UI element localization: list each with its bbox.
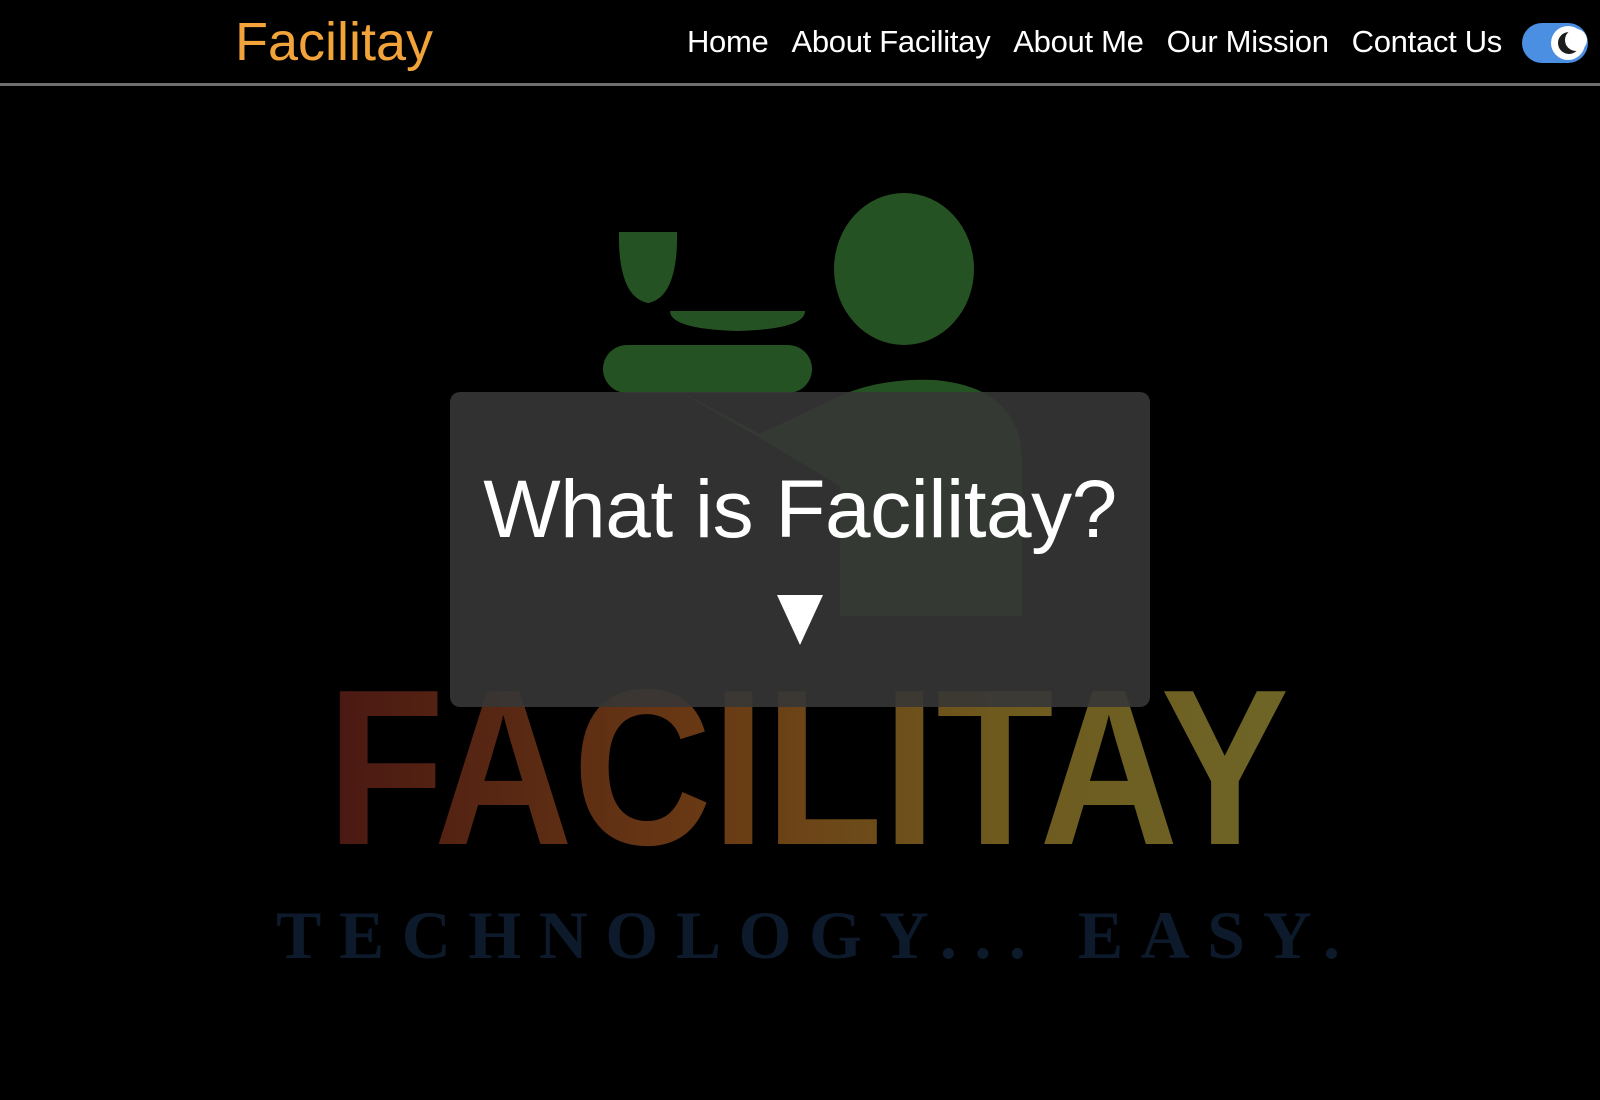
nav-link-home[interactable]: Home	[687, 24, 769, 59]
nav-link-about-facilitay[interactable]: About Facilitay	[791, 24, 990, 59]
page: Facilitay Home About Facilitay About Me …	[0, 0, 1600, 1100]
tagline-text: TECHNOLOGY... EASY.	[276, 897, 1340, 973]
nav-link-contact-us[interactable]: Contact Us	[1352, 24, 1503, 59]
brand-logo-link[interactable]: Facilitay	[235, 10, 433, 74]
hero-section: FACILITAY TECHNOLOGY... EASY. What is Fa…	[0, 86, 1600, 1100]
nav-link-our-mission[interactable]: Our Mission	[1167, 24, 1329, 59]
dark-mode-toggle[interactable]	[1522, 23, 1588, 63]
nav-menu: Home About Facilitay About Me Our Missio…	[687, 22, 1502, 62]
toggle-knob	[1551, 26, 1587, 60]
moon-icon	[1558, 29, 1587, 54]
intro-card-title: What is Facilitay?	[483, 464, 1117, 555]
intro-card: What is Facilitay?	[450, 392, 1150, 707]
triangle-down-icon[interactable]	[777, 595, 823, 645]
navbar: Facilitay Home About Facilitay About Me …	[0, 0, 1600, 86]
nav-link-about-me[interactable]: About Me	[1013, 24, 1144, 59]
